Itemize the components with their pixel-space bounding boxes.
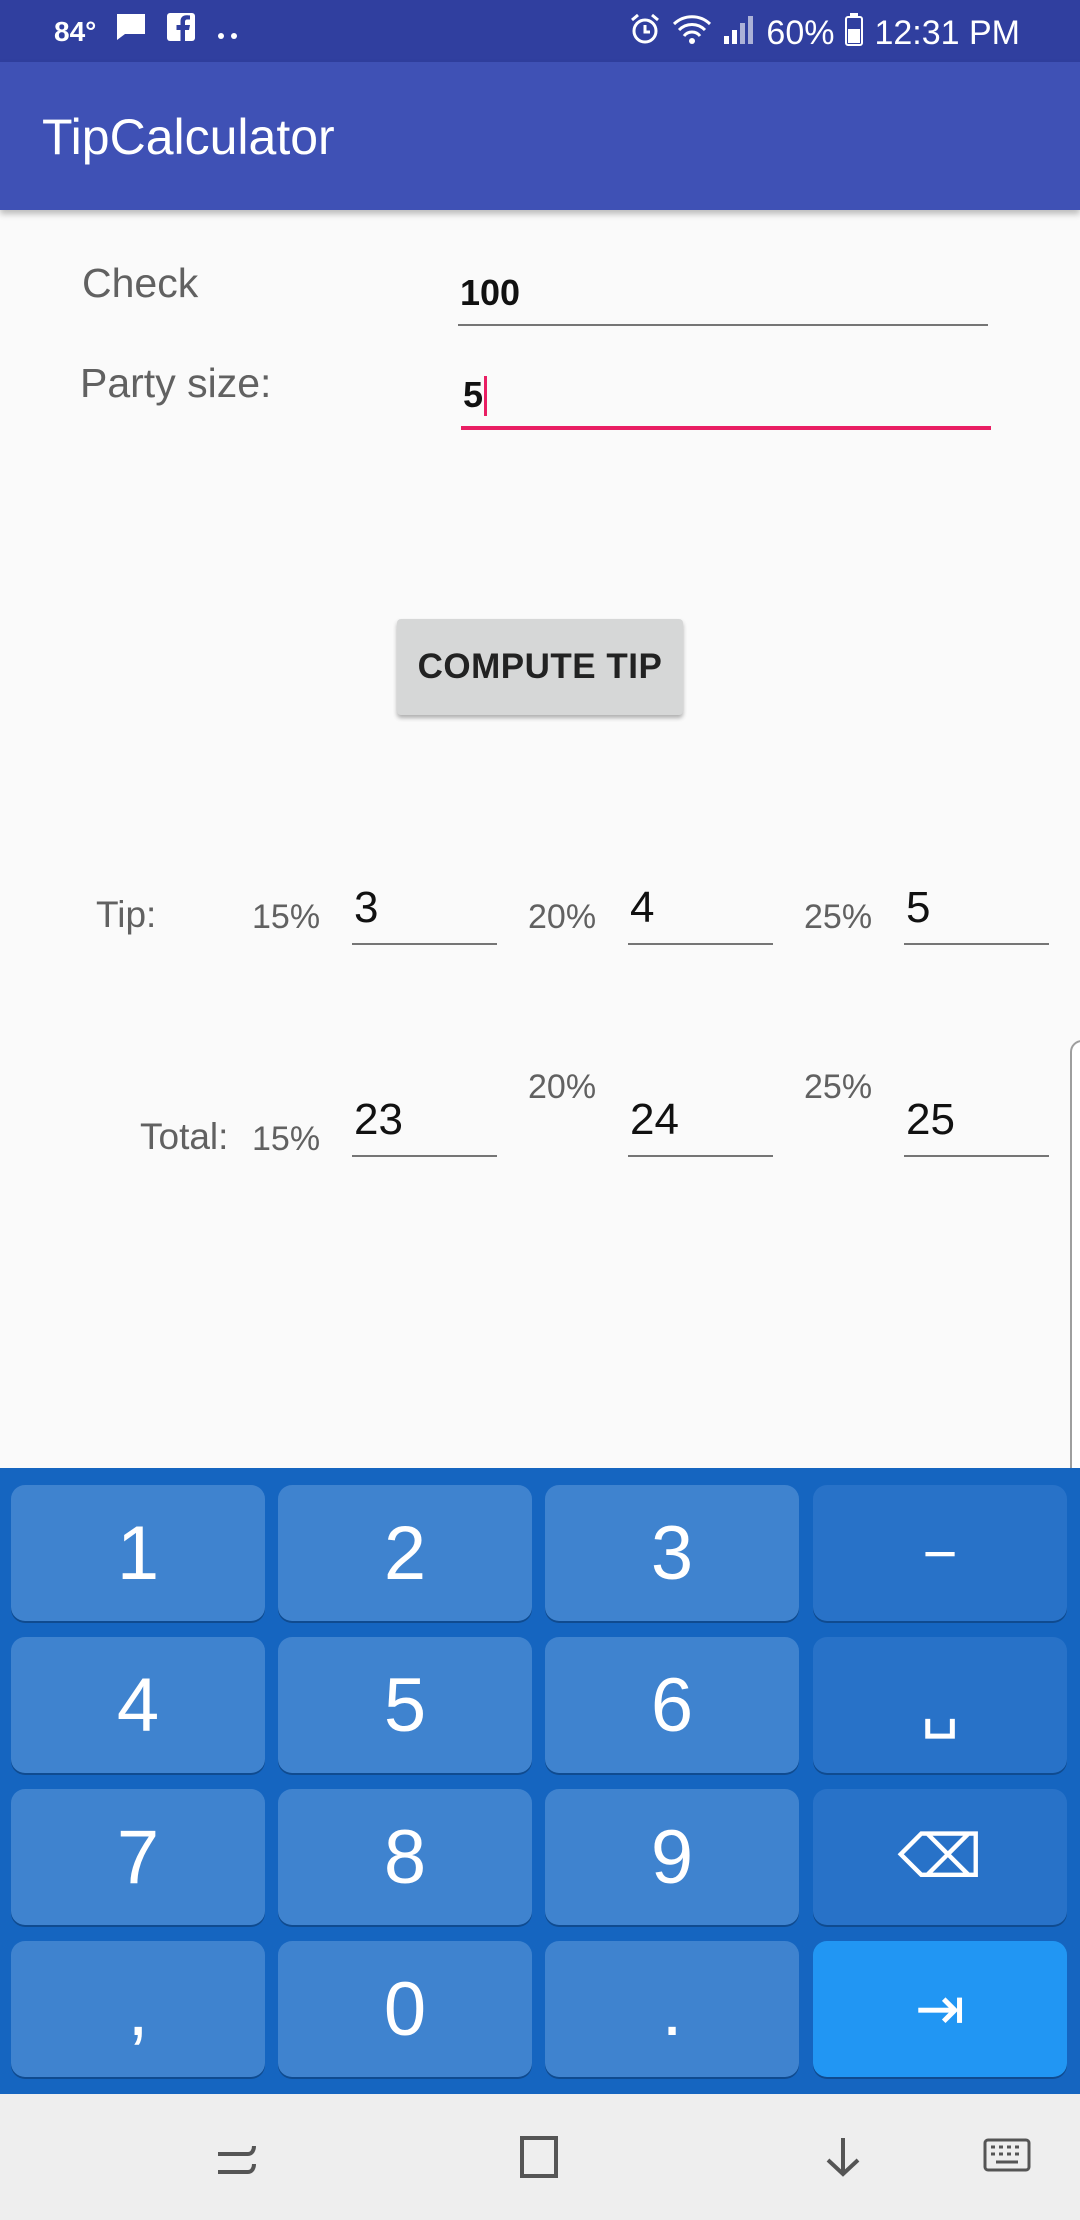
tip-15-pct: 15% (252, 898, 321, 936)
total-25-field[interactable]: 25 (904, 1082, 1049, 1157)
facebook-icon (166, 12, 196, 51)
total-20-field[interactable]: 24 (628, 1082, 773, 1157)
party-size-value: 5 (463, 374, 484, 415)
status-bar: 84° 60% 12:31 PM (0, 0, 1080, 62)
keyboard-switch-button[interactable] (980, 2130, 1034, 2184)
key-backspace[interactable]: ⌫ (813, 1789, 1067, 1925)
key-next[interactable]: ⇥ (813, 1941, 1067, 2077)
key-6[interactable]: 6 (545, 1637, 799, 1773)
key-4[interactable]: 4 (11, 1637, 265, 1773)
backspace-icon: ⌫ (897, 1823, 983, 1890)
key-period[interactable]: . (545, 1941, 799, 2077)
key-5[interactable]: 5 (278, 1637, 532, 1773)
tip-25-field[interactable]: 5 (904, 870, 1049, 945)
tip-label: Tip: (96, 894, 157, 935)
total-25-pct: 25% (804, 1068, 873, 1106)
total-15-field[interactable]: 23 (352, 1082, 497, 1157)
text-cursor (484, 376, 488, 416)
compute-tip-button[interactable]: COMPUTE TIP (397, 619, 683, 715)
key-comma[interactable]: , (11, 1941, 265, 2077)
check-input[interactable]: 100 (458, 262, 988, 326)
home-icon (520, 2136, 558, 2178)
tip-25-pct: 25% (804, 898, 873, 936)
key-space[interactable]: ␣ (813, 1637, 1067, 1773)
more-notifications-icon (214, 12, 244, 51)
key-1[interactable]: 1 (11, 1485, 265, 1621)
key-9[interactable]: 9 (545, 1789, 799, 1925)
check-label: Check (82, 260, 199, 306)
total-20-value: 24 (630, 1095, 679, 1144)
tip-25-value: 5 (906, 883, 931, 932)
party-size-input[interactable]: 5 (461, 362, 991, 430)
space-icon: ␣ (920, 1671, 960, 1738)
tip-20-value: 4 (630, 883, 655, 932)
hide-keyboard-button[interactable] (816, 2130, 870, 2184)
tip-20-field[interactable]: 4 (628, 870, 773, 945)
key-8[interactable]: 8 (278, 1789, 532, 1925)
numeric-keyboard: 1 2 3 − 4 5 6 ␣ 7 8 9 ⌫ , 0 . ⇥ (0, 1468, 1080, 2094)
key-2[interactable]: 2 (278, 1485, 532, 1621)
total-15-pct: 15% (252, 1120, 321, 1158)
signal-icon (722, 12, 756, 55)
home-button[interactable] (512, 2130, 566, 2184)
status-right: 60% 12:31 PM (628, 12, 1020, 55)
chevron-down-icon (826, 2138, 860, 2177)
alarm-icon (628, 12, 662, 55)
key-0[interactable]: 0 (278, 1941, 532, 2077)
message-icon (114, 12, 148, 51)
app-bar: TipCalculator (0, 62, 1080, 210)
keyboard-icon (983, 2138, 1031, 2172)
wifi-icon (672, 12, 712, 55)
status-left: 84° (54, 12, 244, 51)
clock: 12:31 PM (874, 14, 1020, 52)
key-minus[interactable]: − (813, 1485, 1067, 1621)
temperature: 84° (54, 15, 97, 47)
key-3[interactable]: 3 (545, 1485, 799, 1621)
total-25-value: 25 (906, 1095, 955, 1144)
tip-15-field[interactable]: 3 (352, 870, 497, 945)
tip-20-pct: 20% (528, 898, 597, 936)
battery-icon (844, 12, 864, 55)
check-value: 100 (460, 272, 521, 313)
total-20-pct: 20% (528, 1068, 597, 1106)
recents-button[interactable] (210, 2130, 264, 2184)
app-title: TipCalculator (42, 109, 335, 165)
navigation-bar (0, 2094, 1080, 2220)
key-7[interactable]: 7 (11, 1789, 265, 1925)
recents-icon (218, 2145, 256, 2174)
edge-panel-handle[interactable] (1070, 1040, 1080, 1484)
tab-next-icon: ⇥ (914, 1975, 966, 2042)
battery-percent: 60% (766, 14, 835, 52)
total-15-value: 23 (354, 1095, 403, 1144)
total-label: Total: (140, 1116, 229, 1157)
tip-15-value: 3 (354, 883, 379, 932)
party-size-label: Party size: (80, 360, 272, 406)
